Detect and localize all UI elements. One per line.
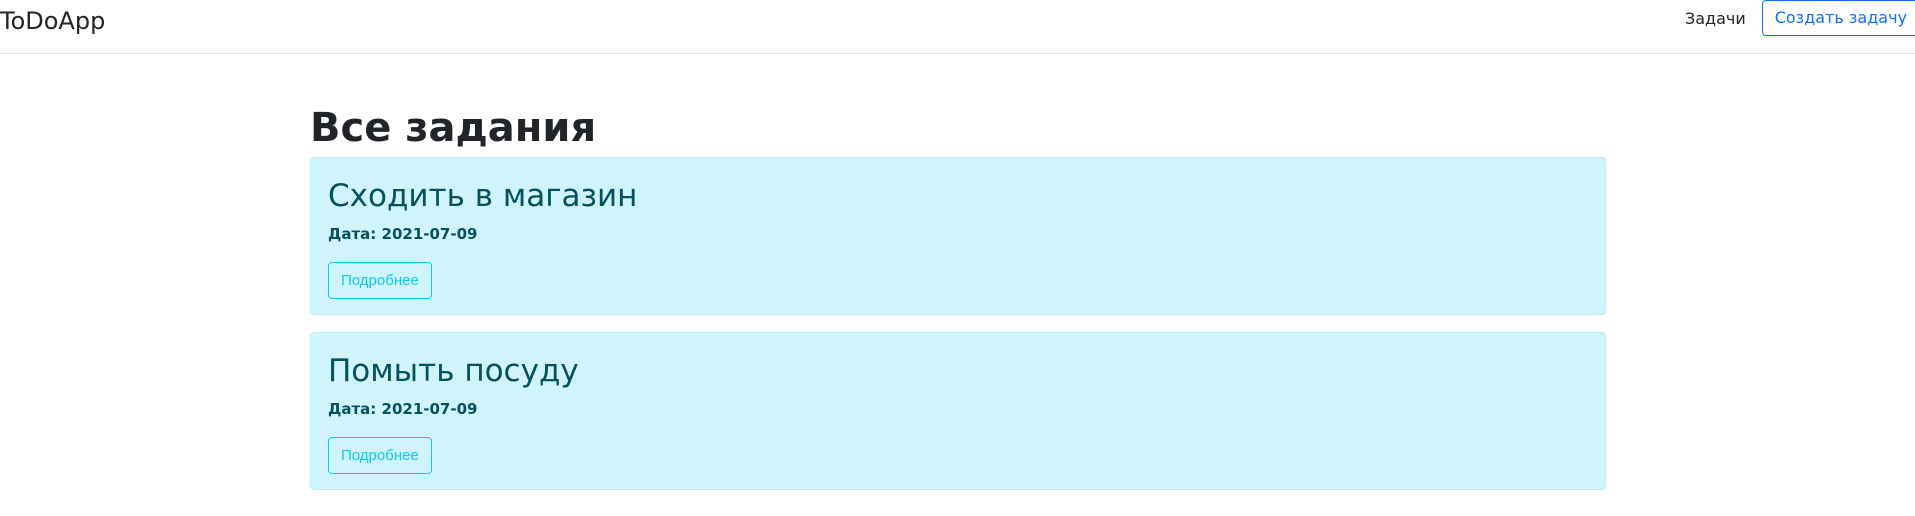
task-card: Помыть посуду Дата: 2021-07-09 Подробнее	[310, 332, 1606, 490]
task-title: Помыть посуду	[328, 353, 579, 389]
navbar: ToDoApp Задачи Создать задачу	[0, 0, 1915, 54]
task-card: Сходить в магазин Дата: 2021-07-09 Подро…	[310, 157, 1606, 315]
task-title: Сходить в магазин	[328, 178, 638, 214]
page-title: Все задания	[310, 105, 597, 151]
task-details-button[interactable]: Подробнее	[328, 262, 432, 299]
task-date: Дата: 2021-07-09	[328, 225, 478, 243]
nav-link-tasks[interactable]: Задачи	[1685, 9, 1746, 28]
task-details-button[interactable]: Подробнее	[328, 437, 432, 474]
brand-logo-link[interactable]: ToDoApp	[0, 6, 105, 36]
navbar-links: Задачи Создать задачу	[1685, 0, 1915, 36]
create-task-button[interactable]: Создать задачу	[1761, 0, 1915, 36]
task-date: Дата: 2021-07-09	[328, 400, 478, 418]
